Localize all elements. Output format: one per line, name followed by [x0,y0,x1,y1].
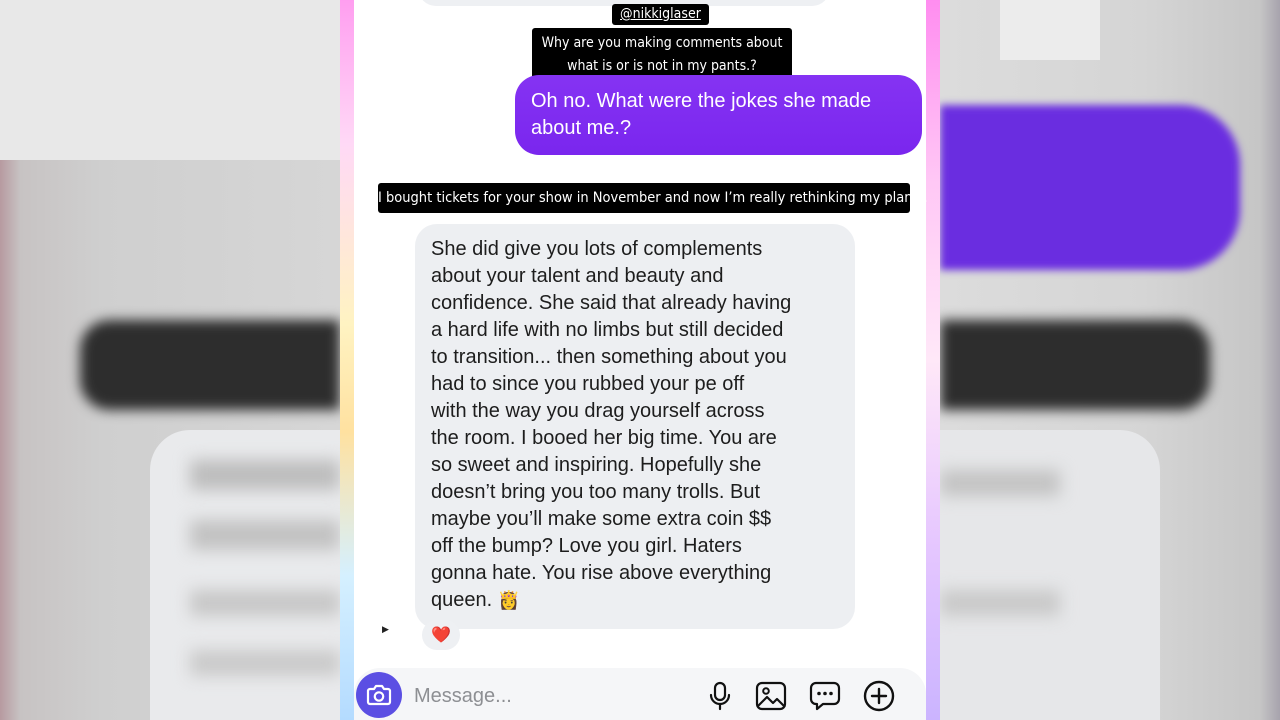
camera-button[interactable] [356,672,402,718]
sticker-button[interactable] [807,678,843,714]
pointer-marker: ▶ [382,624,389,634]
glow-edge-left [340,0,354,720]
blurred-background-left [0,0,340,720]
camera-icon [366,684,392,706]
story-caption-overlay: I bought tickets for your show in Novemb… [378,183,928,213]
microphone-icon [709,681,731,711]
received-message-text: She did give you lots of complements abo… [431,238,792,611]
sent-message-bubble[interactable]: Oh no. What were the jokes she made abou… [515,75,922,155]
plus-circle-icon [863,680,895,712]
username-tag[interactable]: @nikkiglaser [612,4,709,25]
received-message-bubble[interactable]: She did give you lots of complements abo… [415,224,855,629]
blurred-background-right [940,0,1280,720]
glow-edge-right [926,0,940,720]
chat-screen: @nikkiglaser Why are you making comments… [340,0,940,720]
more-options-button[interactable] [861,678,897,714]
chat-bubble-icon [809,681,841,711]
story-text-overlay: Why are you making comments about what i… [532,28,792,82]
heart-icon: ❤️ [431,627,451,644]
image-icon [755,681,787,711]
gallery-button[interactable] [753,678,789,714]
message-input[interactable] [414,682,674,710]
heart-reaction[interactable]: ❤️ [422,620,460,650]
overlay-line-1: Why are you making comments about [541,35,783,51]
voice-button[interactable] [702,678,738,714]
princess-emoji: 👸 [497,590,521,610]
